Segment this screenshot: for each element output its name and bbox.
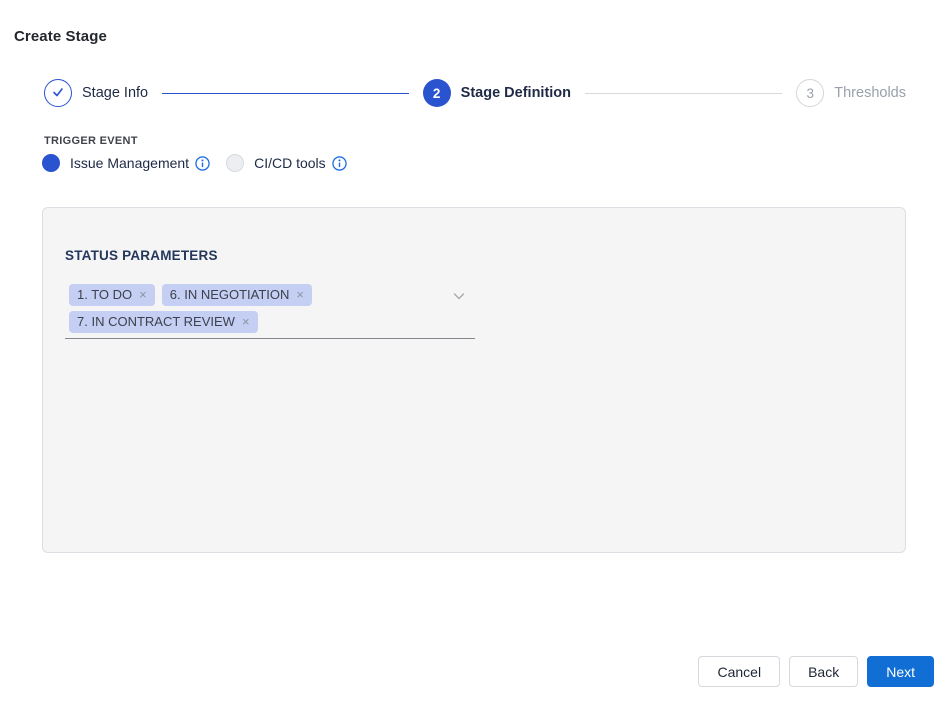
status-parameters-panel: STATUS PARAMETERS 1. TO DO × 6. IN NEGOT… <box>42 207 906 553</box>
cancel-button[interactable]: Cancel <box>698 656 780 687</box>
radio-selected-icon[interactable] <box>42 154 60 172</box>
chevron-down-icon[interactable] <box>451 288 467 304</box>
status-chip: 6. IN NEGOTIATION × <box>162 284 312 306</box>
status-chip-label: 7. IN CONTRACT REVIEW <box>77 314 235 329</box>
step-2-number: 2 <box>433 86 441 101</box>
stepper-connector-completed <box>162 93 409 94</box>
status-chip-label: 6. IN NEGOTIATION <box>170 287 290 302</box>
close-icon[interactable]: × <box>139 288 147 301</box>
radio-cicd-tools[interactable]: CI/CD tools <box>226 154 347 172</box>
step-3-circle: 3 <box>796 79 824 107</box>
close-icon[interactable]: × <box>296 288 304 301</box>
close-icon[interactable]: × <box>242 315 250 328</box>
selected-status-chips: 1. TO DO × 6. IN NEGOTIATION × 7. IN CON… <box>69 284 475 333</box>
check-icon <box>51 85 65 102</box>
trigger-event-label: TRIGGER EVENT <box>44 135 138 147</box>
radio-issue-management[interactable]: Issue Management <box>42 154 210 172</box>
step-3-label: Thresholds <box>834 85 906 101</box>
wizard-footer: Cancel Back Next <box>698 656 934 687</box>
status-chip: 7. IN CONTRACT REVIEW × <box>69 311 258 333</box>
next-button[interactable]: Next <box>867 656 934 687</box>
radio-cicd-tools-label: CI/CD tools <box>254 155 326 171</box>
step-3-number: 3 <box>807 86 815 101</box>
step-stage-info[interactable]: Stage Info <box>44 79 148 107</box>
back-button[interactable]: Back <box>789 656 858 687</box>
radio-issue-management-label: Issue Management <box>70 155 189 171</box>
stepper-connector-upcoming <box>585 93 782 94</box>
step-1-label: Stage Info <box>82 85 148 101</box>
radio-unselected-icon[interactable] <box>226 154 244 172</box>
status-chip-label: 1. TO DO <box>77 287 132 302</box>
status-chip: 1. TO DO × <box>69 284 155 306</box>
step-1-circle <box>44 79 72 107</box>
info-icon[interactable] <box>195 156 210 171</box>
step-2-circle: 2 <box>423 79 451 107</box>
page-title: Create Stage <box>14 28 107 45</box>
status-parameters-heading: STATUS PARAMETERS <box>65 248 218 263</box>
wizard-stepper: Stage Info 2 Stage Definition 3 Threshol… <box>44 79 906 107</box>
trigger-event-radio-group: Issue Management CI/CD tools <box>42 154 347 172</box>
step-thresholds[interactable]: 3 Thresholds <box>796 79 906 107</box>
status-parameters-select[interactable]: 1. TO DO × 6. IN NEGOTIATION × 7. IN CON… <box>65 284 475 339</box>
info-icon[interactable] <box>332 156 347 171</box>
step-2-label: Stage Definition <box>461 85 571 101</box>
step-stage-definition[interactable]: 2 Stage Definition <box>423 79 571 107</box>
